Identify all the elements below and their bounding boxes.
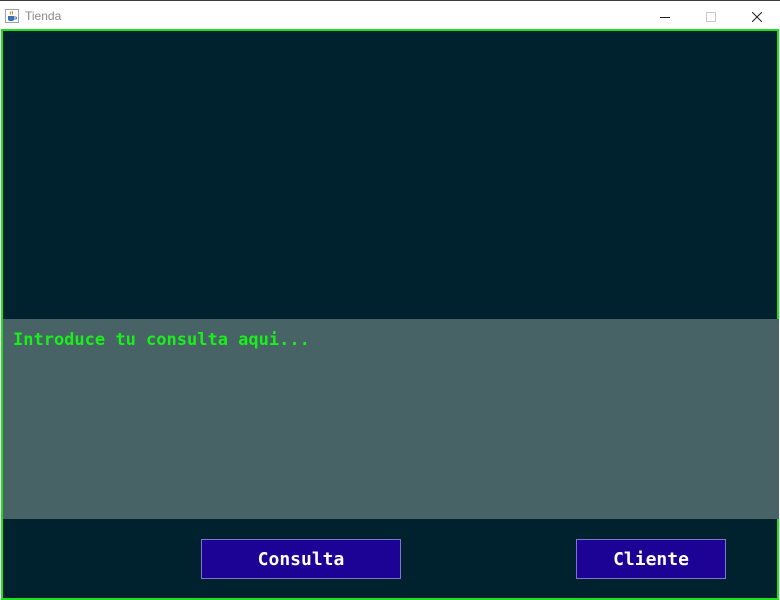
maximize-button[interactable] — [688, 3, 734, 30]
title-bar[interactable]: Tienda — [0, 2, 780, 29]
button-bar: Consulta Cliente — [3, 519, 777, 598]
close-button[interactable] — [734, 3, 780, 30]
main-panel: Consulta Cliente — [1, 29, 779, 600]
consulta-button[interactable]: Consulta — [201, 539, 401, 579]
cliente-button[interactable]: Cliente — [576, 539, 726, 579]
app-window: Tienda Introduce tu consulta aqui... Con… — [0, 0, 780, 600]
close-icon — [752, 11, 762, 22]
minimize-button[interactable] — [642, 3, 688, 30]
maximize-icon — [706, 11, 716, 22]
window-title: Tienda — [25, 9, 62, 23]
minimize-icon — [660, 12, 670, 22]
java-cup-icon[interactable] — [5, 8, 19, 23]
results-area — [3, 31, 777, 319]
query-input[interactable] — [3, 319, 779, 519]
